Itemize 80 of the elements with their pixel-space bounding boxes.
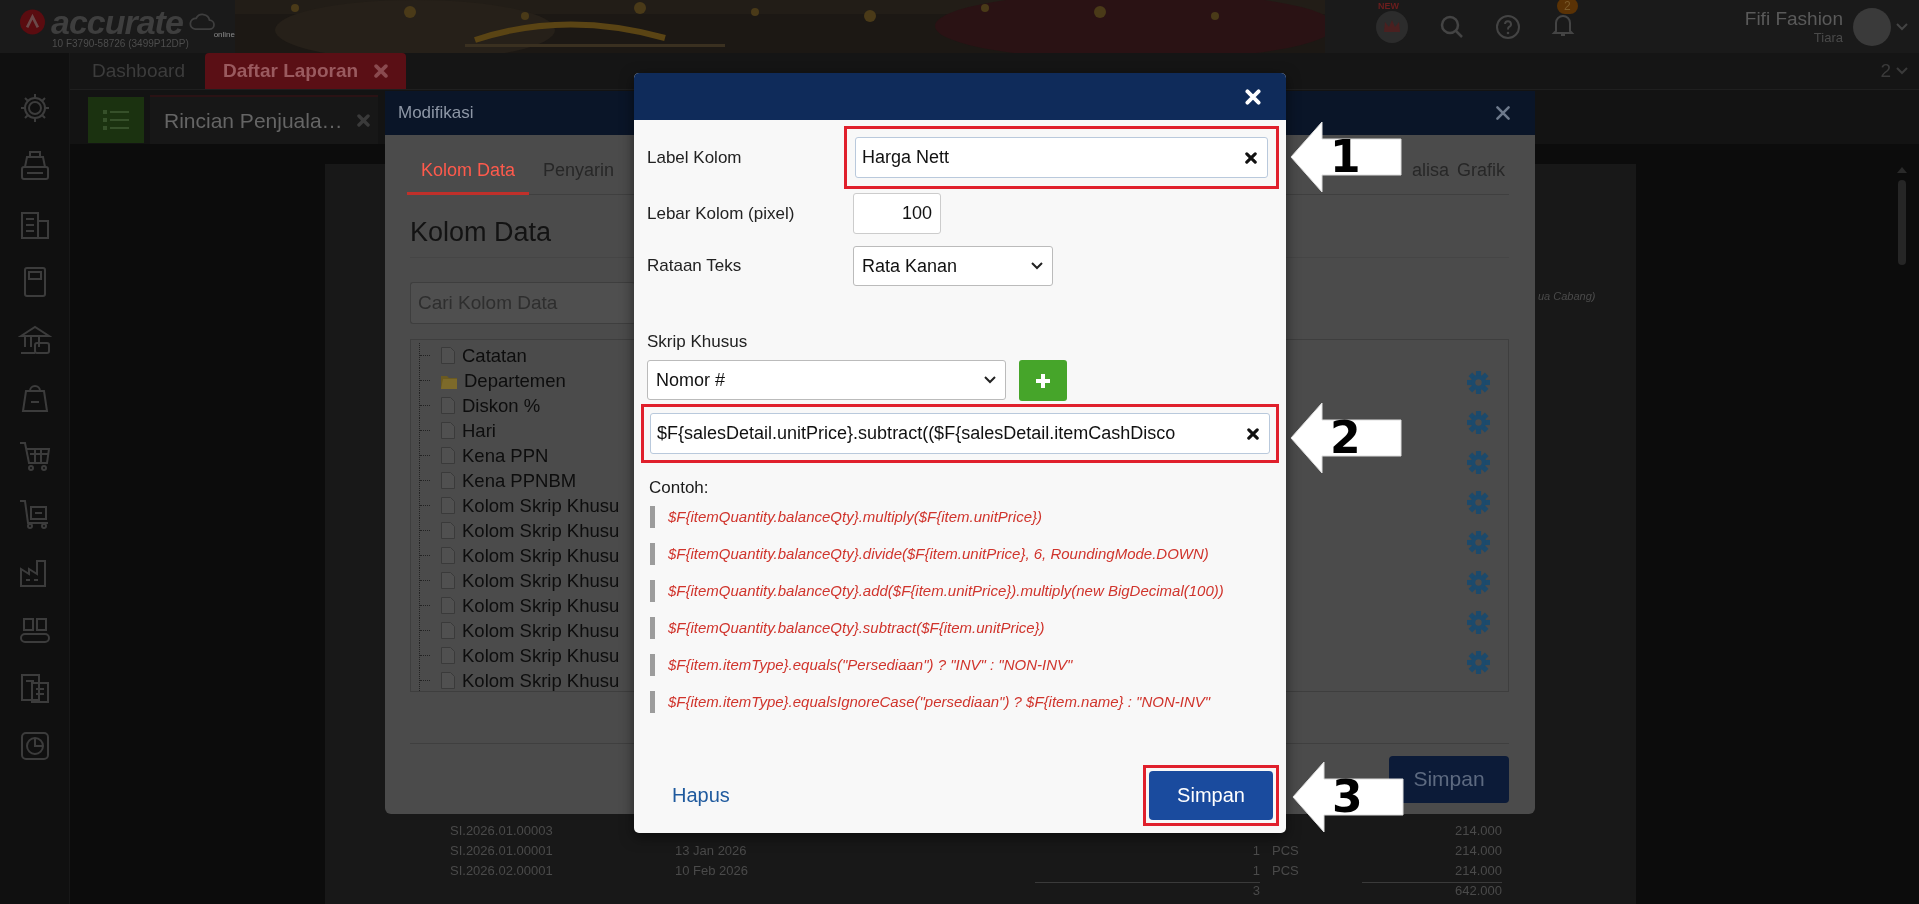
tree-item[interactable]: Kolom Skrip Khusu: [462, 544, 620, 567]
callout-number: 2: [1330, 411, 1361, 465]
delete-link[interactable]: Hapus: [672, 784, 730, 807]
tree-item[interactable]: Departemen: [464, 369, 566, 392]
cloud-icon: [188, 11, 216, 32]
settings-icon[interactable]: [1466, 611, 1490, 634]
scroll-up-icon[interactable]: [1896, 166, 1908, 174]
example-code: $F{item.itemType}.equalsIgnoreCase("persediaan") ? $F{item.name} : "NON-INV": [668, 692, 1211, 712]
tree-item[interactable]: Kolom Skrip Khusu: [462, 594, 620, 617]
tree-item[interactable]: Kena PPN: [462, 444, 549, 467]
list-icon: [101, 107, 131, 133]
example-code: $F{itemQuantity.balanceQty}.divide($F{item.unitPrice}, 6, RoundingMode.DOWN): [668, 544, 1209, 564]
tree-item[interactable]: Kolom Skrip Khusu: [462, 494, 620, 517]
cart-icon[interactable]: [17, 439, 52, 473]
save-button[interactable]: Simpan: [1149, 771, 1273, 820]
save-button[interactable]: Simpan: [1389, 755, 1509, 803]
tree-item[interactable]: Catatan: [462, 344, 527, 367]
quote-bar: [650, 691, 655, 713]
report-tab[interactable]: Rincian Penjuala…: [150, 95, 378, 144]
settings-icon[interactable]: [1466, 651, 1490, 674]
bank-icon[interactable]: [17, 323, 52, 357]
field-label: Label Kolom: [647, 147, 743, 168]
logo-subtitle: online: [213, 29, 235, 39]
tree-item[interactable]: Kena PPNBM: [462, 469, 577, 492]
tab[interactable]: Daftar Laporan: [204, 53, 407, 89]
callout-number: 3: [1332, 770, 1363, 824]
plus-icon: [1034, 371, 1052, 390]
clear-icon[interactable]: [1245, 151, 1257, 164]
chevron-down-icon: [1030, 261, 1044, 271]
quote-bar: [650, 654, 655, 676]
quote-bar: [650, 506, 655, 528]
examples-label: Contoh:: [649, 478, 710, 498]
number-field[interactable]: 100: [853, 193, 941, 234]
field-label: Skrip Khusus: [647, 332, 749, 352]
tree-item[interactable]: Diskon %: [462, 394, 541, 417]
settings-icon[interactable]: [1466, 371, 1490, 394]
settings-icon[interactable]: [1466, 571, 1490, 594]
dialog-title: Modifikasi: [398, 103, 474, 123]
example-code: $F{item.itemType}.equals("Persediaan") ? "INV" : "NON-INV": [668, 655, 1073, 675]
field-label: Lebar Kolom (pixel): [647, 203, 796, 224]
logo-icon: [20, 7, 45, 36]
search-icon[interactable]: [1439, 13, 1465, 40]
arrow-icon: [1290, 402, 1402, 474]
quote-bar: [650, 543, 655, 565]
arrow-icon: [1290, 121, 1402, 193]
tree-item[interactable]: Kolom Skrip Khusu: [462, 669, 620, 691]
chevron-down-icon: [1895, 66, 1909, 76]
quote-bar: [650, 580, 655, 602]
chevron-down-icon: [983, 375, 997, 385]
settings-icon[interactable]: [1466, 411, 1490, 434]
scrollbar-thumb[interactable]: [1898, 180, 1906, 265]
tree-item[interactable]: Kolom Skrip Khusu: [462, 569, 620, 592]
example-code: $F{itemQuantity.balanceQty}.subtract($F{item.unitPrice}): [668, 618, 1045, 638]
settings-icon[interactable]: [1466, 531, 1490, 554]
arrow-icon: [1292, 761, 1404, 833]
settings-icon[interactable]: [1466, 451, 1490, 474]
script-field[interactable]: $F{salesDetail.unitPrice}.subtract(($F{salesDetail.itemCashDisco: [650, 413, 1270, 454]
example-code: $F{itemQuantity.balanceQty}.multiply($F{item.unitPrice}): [668, 507, 1043, 527]
avatar[interactable]: [1853, 7, 1891, 46]
clear-icon[interactable]: [1247, 427, 1259, 440]
settings-icon[interactable]: [1466, 491, 1490, 514]
new-label: NEW: [1378, 0, 1399, 11]
tab[interactable]: Kolom Data: [407, 160, 530, 195]
tree-item[interactable]: Kolom Skrip Khusu: [462, 519, 620, 542]
field-label: Rataan Teks: [647, 256, 743, 276]
text-field[interactable]: Harga Nett: [855, 137, 1268, 178]
callout-number: 1: [1330, 130, 1361, 184]
tree-item[interactable]: Hari: [462, 419, 496, 442]
tree-item[interactable]: Kolom Skrip Khusu: [462, 644, 620, 667]
quote-bar: [650, 617, 655, 639]
tree-item[interactable]: Kolom Skrip Khusu: [462, 619, 620, 642]
menu-button[interactable]: [88, 97, 144, 143]
crown-icon[interactable]: [1375, 9, 1409, 44]
example-code: $F{itemQuantity.balanceQty}.add($F{item.unitPrice}).multiply(new BigDecimal(100)): [668, 581, 1224, 601]
chevron-down-icon: [1895, 21, 1909, 32]
help-icon[interactable]: [1495, 13, 1521, 40]
script-select[interactable]: Nomor #: [647, 360, 1006, 400]
align-select[interactable]: Rata Kanan: [853, 246, 1053, 286]
add-button[interactable]: [1019, 360, 1067, 401]
company-name: Fifi Fashion: [1744, 8, 1843, 30]
